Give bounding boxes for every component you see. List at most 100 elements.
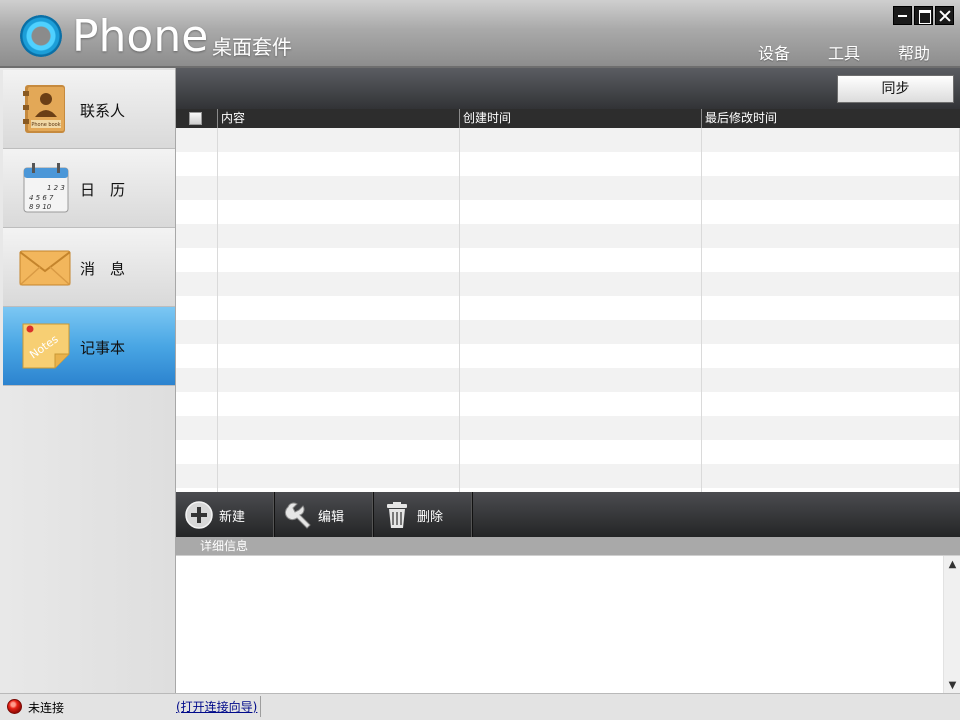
notes-grid[interactable] [176, 128, 960, 492]
table-cell [460, 224, 702, 248]
app-name: Phone [72, 11, 209, 62]
table-cell [460, 296, 702, 320]
table-row [176, 296, 960, 320]
scroll-down-icon[interactable]: ▼ [947, 680, 958, 691]
table-cell [460, 200, 702, 224]
table-cell [218, 392, 460, 416]
svg-text:1 2 3: 1 2 3 [47, 184, 65, 192]
delete-button-label: 删除 [417, 510, 444, 525]
table-row [176, 464, 960, 488]
table-cell [702, 272, 960, 296]
table-cell [702, 344, 960, 368]
connection-status-text: 未连接 [28, 701, 65, 715]
window-controls [893, 6, 954, 25]
table-cell [176, 296, 218, 320]
sidebar-item-calendar[interactable]: 1 2 3 4 5 6 78 9 10 日 历 [3, 149, 175, 228]
delete-button[interactable]: 删除 [374, 492, 473, 537]
table-cell [702, 176, 960, 200]
table-cell [218, 344, 460, 368]
column-header-modified[interactable]: 最后修改时间 [702, 109, 960, 128]
sidebar-item-label: 日 历 [80, 181, 126, 199]
table-cell [176, 464, 218, 488]
table-cell [176, 392, 218, 416]
sync-button[interactable]: 同步 [837, 75, 954, 103]
table-cell [176, 248, 218, 272]
column-header-created[interactable]: 创建时间 [460, 109, 702, 128]
wrench-icon [284, 502, 311, 529]
notes-icon: Notes [22, 323, 70, 369]
table-cell [702, 200, 960, 224]
table-row [176, 248, 960, 272]
sidebar-item-contacts[interactable]: Phone book 联系人 [3, 70, 175, 149]
table-row [176, 200, 960, 224]
table-cell [702, 248, 960, 272]
table-cell [460, 152, 702, 176]
select-all-cell [176, 109, 218, 128]
table-cell [460, 320, 702, 344]
minimize-button[interactable] [893, 6, 912, 25]
close-button[interactable] [935, 6, 954, 25]
table-cell [218, 128, 460, 152]
table-cell [176, 224, 218, 248]
table-cell [702, 320, 960, 344]
table-cell [702, 224, 960, 248]
maximize-button[interactable] [914, 6, 933, 25]
detail-text-area[interactable]: ▲ ▼ [176, 555, 960, 694]
sidebar-item-notes[interactable]: Notes 记事本 [3, 307, 175, 386]
table-row [176, 224, 960, 248]
table-cell [218, 272, 460, 296]
table-row [176, 272, 960, 296]
column-header-content[interactable]: 内容 [218, 109, 460, 128]
table-cell [460, 128, 702, 152]
sidebar-item-messages[interactable]: 消 息 [3, 228, 175, 307]
table-row [176, 344, 960, 368]
table-cell [702, 464, 960, 488]
table-cell [218, 176, 460, 200]
table-cell [218, 200, 460, 224]
table-cell [218, 416, 460, 440]
edit-button[interactable]: 编辑 [275, 492, 374, 537]
table-cell [702, 392, 960, 416]
table-cell [176, 344, 218, 368]
svg-text:Phone book: Phone book [31, 122, 60, 128]
table-cell [702, 416, 960, 440]
table-row [176, 440, 960, 464]
table-cell [460, 272, 702, 296]
status-divider [260, 696, 261, 717]
main-menu: 设备 工具 帮助 [758, 40, 930, 64]
table-cell [218, 440, 460, 464]
new-button[interactable]: 新建 [176, 492, 275, 537]
table-cell [176, 320, 218, 344]
table-cell [176, 176, 218, 200]
table-cell [218, 248, 460, 272]
grid-header: 内容 创建时间 最后修改时间 [176, 109, 960, 128]
main-panel: 同步 内容 创建时间 最后修改时间 新建 编辑 删除 详细信息 ▲ ▼ [176, 68, 960, 694]
table-cell [218, 152, 460, 176]
sidebar-item-label: 记事本 [80, 339, 126, 357]
menu-help[interactable]: 帮助 [898, 40, 930, 64]
app-subtitle: 桌面套件 [212, 35, 292, 59]
table-cell [702, 296, 960, 320]
table-cell [218, 296, 460, 320]
new-button-label: 新建 [219, 510, 246, 525]
table-cell [218, 368, 460, 392]
scroll-up-icon[interactable]: ▲ [947, 559, 958, 570]
menu-tools[interactable]: 工具 [828, 40, 860, 64]
table-cell [218, 320, 460, 344]
menu-device[interactable]: 设备 [758, 40, 790, 64]
title-bar: Phone 桌面套件 设备 工具 帮助 [0, 0, 960, 68]
table-row [176, 392, 960, 416]
table-row [176, 368, 960, 392]
sidebar: Phone book 联系人 1 2 3 4 5 6 78 9 10 日 历 消 … [0, 68, 176, 693]
phone-book-icon: Phone book [23, 85, 65, 133]
detail-scrollbar[interactable]: ▲ ▼ [943, 556, 960, 694]
table-cell [702, 368, 960, 392]
select-all-checkbox[interactable] [189, 112, 202, 125]
table-cell [176, 368, 218, 392]
sidebar-item-label: 消 息 [80, 260, 126, 278]
table-row [176, 320, 960, 344]
sidebar-item-label: 联系人 [80, 102, 126, 120]
table-cell [218, 224, 460, 248]
table-cell [460, 368, 702, 392]
connection-wizard-link[interactable]: (打开连接向导) [176, 698, 257, 715]
